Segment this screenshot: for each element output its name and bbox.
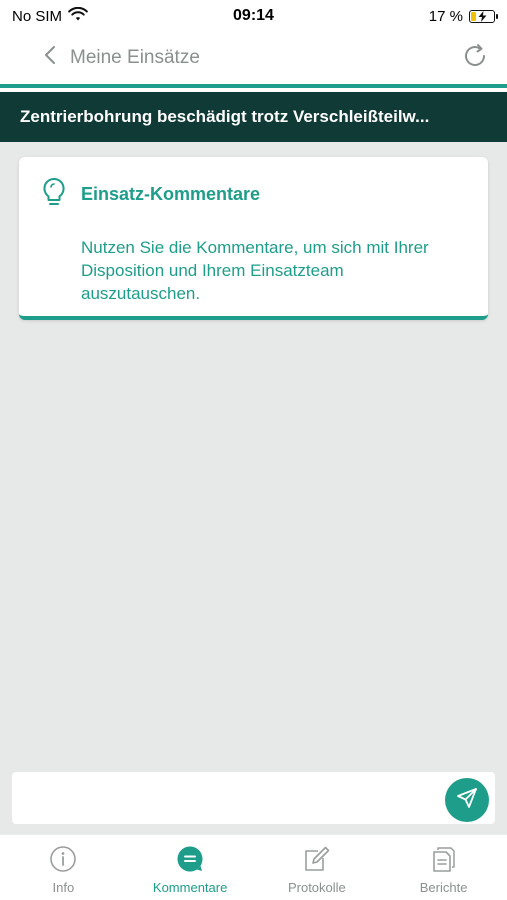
document-icon (429, 844, 459, 874)
battery-percent: 17 % (428, 7, 463, 25)
tab-info-label: Info (52, 880, 75, 895)
nav-bar: Meine Einsätze (0, 32, 507, 88)
tab-info[interactable]: Info (0, 835, 127, 900)
refresh-button[interactable] (459, 42, 491, 74)
page-title: Zentrierbohrung beschädigt trotz Verschl… (20, 107, 430, 126)
info-card-title: Einsatz-Kommentare (81, 184, 261, 204)
wifi-icon (68, 6, 88, 26)
tab-protokolle-label: Protokolle (287, 880, 346, 895)
tab-kommentare[interactable]: Kommentare (127, 835, 254, 900)
info-card-text: Nutzen Sie die Kommentare, um sich mit I… (81, 238, 429, 303)
tab-bar: Info Kommentare Protokolle Berichte (0, 834, 507, 900)
tab-protokolle[interactable]: Protokolle (254, 835, 381, 900)
carrier-label: No SIM (12, 7, 63, 25)
refresh-icon (461, 42, 489, 75)
comments-area[interactable]: Einsatz-Kommentare Nutzen Sie die Kommen… (0, 142, 507, 762)
tab-kommentare-label: Kommentare (152, 880, 228, 895)
tab-berichte-label: Berichte (419, 880, 468, 895)
info-card-header: Einsatz-Kommentare (41, 177, 466, 212)
status-left: No SIM (12, 6, 88, 26)
tab-berichte[interactable]: Berichte (380, 835, 507, 900)
send-button[interactable] (445, 778, 489, 822)
status-right: 17 % (428, 7, 498, 25)
edit-icon (302, 844, 332, 874)
status-bar: No SIM 09:14 17 % (0, 0, 507, 32)
info-icon (48, 844, 78, 874)
lightbulb-icon (41, 177, 67, 212)
back-label: Meine Einsätze (70, 47, 200, 68)
back-button[interactable]: Meine Einsätze (44, 45, 200, 71)
comment-icon (175, 844, 205, 874)
page-title-banner: Zentrierbohrung beschädigt trotz Verschl… (0, 92, 507, 142)
comment-input-bar (0, 762, 507, 834)
send-icon (456, 787, 478, 814)
info-card: Einsatz-Kommentare Nutzen Sie die Kommen… (19, 157, 488, 320)
battery-icon (469, 9, 498, 23)
chevron-left-icon (44, 45, 56, 71)
comment-input[interactable] (26, 789, 439, 807)
comment-input-box (12, 772, 495, 824)
